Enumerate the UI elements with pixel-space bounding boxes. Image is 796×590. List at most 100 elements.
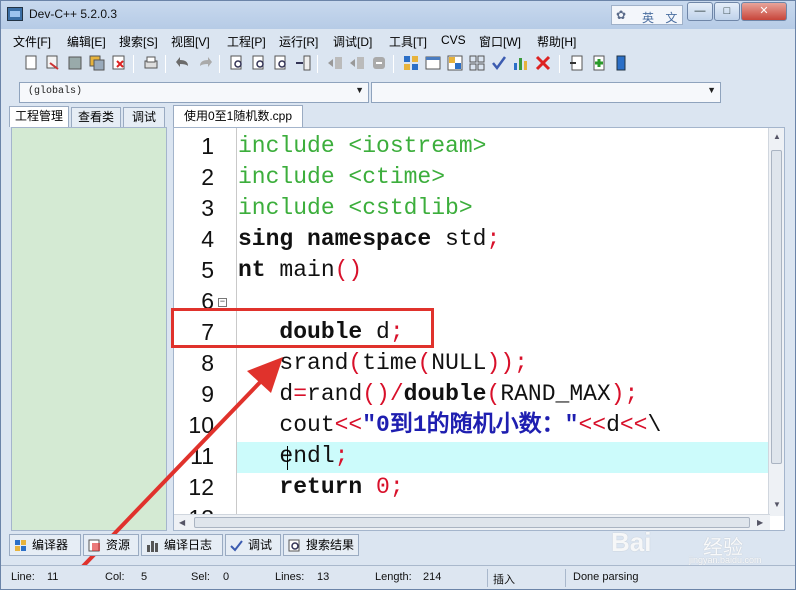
search-icon xyxy=(288,539,300,552)
maximize-button[interactable]: □ xyxy=(714,2,740,21)
code-token: include <cstdlib> xyxy=(238,195,473,221)
line-number: 3 xyxy=(201,195,214,221)
code-line[interactable]: 1 include <iostream> xyxy=(174,131,774,162)
menu-search[interactable]: 搜索[S] xyxy=(119,33,158,50)
new-file-icon[interactable] xyxy=(21,53,41,73)
code-token: ()/ xyxy=(362,381,404,407)
fold-toggle-icon[interactable]: − xyxy=(218,298,227,307)
undo-icon[interactable] xyxy=(173,53,193,73)
menu-debug[interactable]: 调试[D] xyxy=(333,33,372,50)
code-line[interactable]: 12 return 0; xyxy=(174,472,774,503)
status-bar: Line: 11 Col: 5 Sel: 0 Lines: 13 Length:… xyxy=(1,565,795,589)
tab-search-results[interactable]: 搜索结果 xyxy=(283,534,359,556)
line-number: 10 xyxy=(188,412,214,438)
tab-compiler-label: 编译器 xyxy=(32,538,69,552)
profile-icon[interactable] xyxy=(511,53,531,73)
menu-edit[interactable]: 编辑[E] xyxy=(67,33,106,50)
menu-help[interactable]: 帮助[H] xyxy=(537,33,576,50)
indent-icon[interactable] xyxy=(325,53,345,73)
tab-project-manager[interactable]: 工程管理 xyxy=(9,106,69,127)
line-number: 4 xyxy=(201,226,214,252)
code-line[interactable]: 8 srand(time(NULL)); xyxy=(174,348,774,379)
replace-icon[interactable] xyxy=(249,53,269,73)
code-token: include <iostream> xyxy=(238,133,487,159)
redo-icon[interactable] xyxy=(195,53,215,73)
code-text: return 0; xyxy=(238,472,404,503)
code-line[interactable]: 11 endl; xyxy=(174,441,774,472)
scroll-down-icon[interactable]: ▼ xyxy=(773,500,781,509)
tab-compile-log-label: 编译日志 xyxy=(164,538,213,552)
code-token: namespace xyxy=(307,226,432,252)
menu-file[interactable]: 文件[F] xyxy=(13,33,51,50)
compile-run-icon[interactable] xyxy=(445,53,465,73)
code-line[interactable]: 4 sing namespace std; xyxy=(174,224,774,255)
code-line[interactable]: 10 cout<<"0到1的随机小数："<<d<<\ xyxy=(174,410,774,441)
menu-cvs[interactable]: CVS xyxy=(441,33,466,47)
ime-indicator[interactable]: ✿ 英 文 xyxy=(611,5,683,25)
compile-icon[interactable] xyxy=(401,53,421,73)
scroll-left-icon[interactable]: ◀ xyxy=(179,518,185,527)
tab-compiler[interactable]: 编译器 xyxy=(9,534,81,556)
menu-tools[interactable]: 工具[T] xyxy=(389,33,427,50)
annotation-highlight-box xyxy=(171,308,434,348)
code-line[interactable]: 5 nt main() xyxy=(174,255,774,286)
run-icon[interactable] xyxy=(423,53,443,73)
code-token: ); xyxy=(610,381,639,407)
code-token: ( xyxy=(348,350,363,376)
vertical-scroll-thumb[interactable] xyxy=(771,150,782,464)
print-icon[interactable] xyxy=(141,53,161,73)
unindent-icon[interactable] xyxy=(347,53,367,73)
tab-debug-output[interactable]: 调试 xyxy=(225,534,281,556)
open-file-icon[interactable] xyxy=(43,53,63,73)
save-icon[interactable] xyxy=(65,53,85,73)
syntax-check-icon[interactable] xyxy=(489,53,509,73)
line-number: 11 xyxy=(190,443,214,469)
code-text: endl; xyxy=(238,441,348,472)
compile-log-icon xyxy=(147,541,158,552)
close-button[interactable]: ✕ xyxy=(741,2,787,21)
project-tree-panel[interactable] xyxy=(11,127,167,531)
find-icon[interactable] xyxy=(227,53,247,73)
code-text: sing namespace std; xyxy=(238,224,500,255)
compiler-icon xyxy=(15,540,26,551)
toolbar-separator xyxy=(219,55,220,73)
status-col-value: 5 xyxy=(141,571,148,583)
goto-line-icon[interactable] xyxy=(293,53,313,73)
rebuild-all-icon[interactable] xyxy=(467,53,487,73)
code-line[interactable]: 2 include <ctime> xyxy=(174,162,774,193)
new-project-icon[interactable] xyxy=(589,53,609,73)
tab-class-browser[interactable]: 查看类 xyxy=(71,107,121,127)
tab-compile-log[interactable]: 编译日志 xyxy=(141,534,223,556)
minimize-button[interactable]: — xyxy=(687,2,713,21)
tab-debug[interactable]: 调试 xyxy=(123,107,165,127)
menu-project[interactable]: 工程[P] xyxy=(227,33,266,50)
code-line[interactable]: 9 d=rand()/double(RAND_MAX); xyxy=(174,379,774,410)
project-options-icon[interactable] xyxy=(611,53,631,73)
add-to-project-icon[interactable] xyxy=(567,53,587,73)
code-text: include <ctime> xyxy=(238,162,445,193)
scroll-up-icon[interactable]: ▲ xyxy=(773,132,781,141)
toggle-comment-icon[interactable] xyxy=(369,53,389,73)
code-token: ; xyxy=(389,474,404,500)
code-token: NULL xyxy=(431,350,487,376)
editor-file-tab[interactable]: 使用0至1随机数.cpp xyxy=(173,105,303,127)
menu-view[interactable]: 视图[V] xyxy=(171,33,210,50)
code-line[interactable]: 3 include <cstdlib> xyxy=(174,193,774,224)
line-number: 12 xyxy=(188,474,214,500)
status-lines-value: 13 xyxy=(317,571,330,583)
menu-run[interactable]: 运行[R] xyxy=(279,33,318,50)
code-token: ( xyxy=(417,350,432,376)
status-line-value: 11 xyxy=(47,571,59,583)
member-select[interactable]: ▼ xyxy=(371,82,721,103)
vertical-scrollbar[interactable]: ▲ ▼ xyxy=(768,128,784,516)
delete-profile-icon[interactable] xyxy=(533,53,553,73)
menu-window[interactable]: 窗口[W] xyxy=(479,33,521,50)
code-token: rand xyxy=(307,381,363,407)
scope-select[interactable]: (globals) ▼ xyxy=(19,82,369,103)
find-next-icon[interactable] xyxy=(271,53,291,73)
close-file-icon[interactable] xyxy=(109,53,129,73)
title-bar: Dev-C++ 5.2.0.3 ✿ 英 文 — □ ✕ xyxy=(1,1,795,29)
tab-resources[interactable]: 资源 xyxy=(83,534,139,556)
toolbar-separator xyxy=(133,55,134,73)
save-all-icon[interactable] xyxy=(87,53,107,73)
